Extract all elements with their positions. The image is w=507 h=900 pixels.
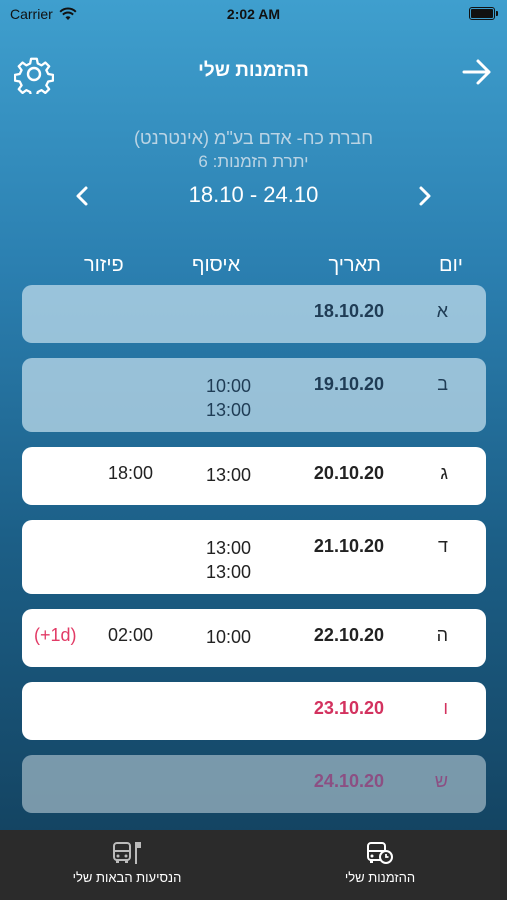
row-day: ד (438, 536, 448, 556)
row-pickup: 10:00 (206, 627, 252, 647)
chevron-right-icon[interactable] (413, 184, 435, 208)
row-date: 22.10.20 (313, 625, 384, 645)
tab-next-rides-label: הנסיעות הבאות שלי (72, 870, 182, 885)
row-pickup: 10:00 13:00 (206, 374, 251, 422)
tab-next-rides[interactable]: הנסיעות הבאות שלי (0, 840, 254, 885)
row-pickup: 13:00 (206, 465, 252, 485)
page-title: ההזמנות שלי (198, 60, 309, 81)
company-name: חברת כח- אדם בע"מ (אינטרנט) (133, 128, 374, 148)
arrow-right-icon[interactable] (461, 56, 493, 88)
row-dropoff: 18:00 (108, 463, 154, 483)
status-time: 2:02 AM (226, 6, 281, 22)
table-row[interactable]: ג 20.10.20 13:00 18:00 (22, 447, 486, 505)
bus-clock-icon (367, 842, 393, 864)
table-row[interactable]: א 18.10.20 (22, 285, 486, 343)
pickup-time-2: 13:00 (206, 400, 252, 420)
tab-my-orders[interactable]: ההזמנות שלי (253, 840, 507, 885)
bus-stop-icon (113, 842, 141, 864)
column-pickup: איסוף (192, 254, 241, 276)
row-date: 23.10.20 (313, 698, 384, 718)
table-row[interactable]: ו 23.10.20 (22, 682, 486, 740)
nav-bar: ההזמנות שלי (0, 48, 507, 96)
tab-my-orders-label: ההזמנות שלי (344, 870, 416, 885)
table-row[interactable]: ה 22.10.20 10:00 02:00 (+1d) (22, 609, 486, 667)
row-date: 21.10.20 (313, 536, 384, 556)
row-day: ב (437, 374, 448, 394)
battery-icon (469, 7, 498, 20)
next-day-badge: (+1d) (34, 625, 77, 645)
row-date: 20.10.20 (313, 463, 384, 483)
table-row[interactable]: ש 24.10.20 (22, 755, 486, 813)
table-row[interactable]: ב 19.10.20 10:00 13:00 (22, 358, 486, 432)
column-date: תאריך (328, 254, 381, 276)
column-dropoff: פיזור (84, 254, 124, 276)
status-bar: Carrier 2:02 AM (0, 0, 507, 28)
tab-bar: הנסיעות הבאות שלי ההזמנות שלי (0, 830, 507, 900)
column-day: יום (439, 254, 463, 276)
row-day: ג (440, 463, 448, 483)
row-pickup: 13:00 13:00 (206, 536, 251, 584)
remaining-orders: יתרת הזמנות: 6 (198, 152, 309, 171)
pickup-time: 10:00 (206, 376, 252, 396)
row-dropoff: 02:00 (108, 625, 154, 645)
pickup-time-2: 13:00 (206, 562, 252, 582)
pickup-time: 13:00 (206, 538, 252, 558)
row-date: 18.10.20 (313, 301, 384, 321)
row-day: א (436, 301, 448, 321)
row-day: ש (434, 771, 448, 791)
table-row[interactable]: ד 21.10.20 13:00 13:00 (22, 520, 486, 594)
table-header: יום תאריך איסוף פיזור (0, 254, 507, 282)
row-date: 24.10.20 (313, 771, 384, 791)
row-date: 19.10.20 (313, 374, 384, 394)
row-day: ה (436, 625, 448, 645)
week-navigator: 18.10 - 24.10 (0, 180, 507, 212)
row-day: ו (443, 698, 448, 718)
